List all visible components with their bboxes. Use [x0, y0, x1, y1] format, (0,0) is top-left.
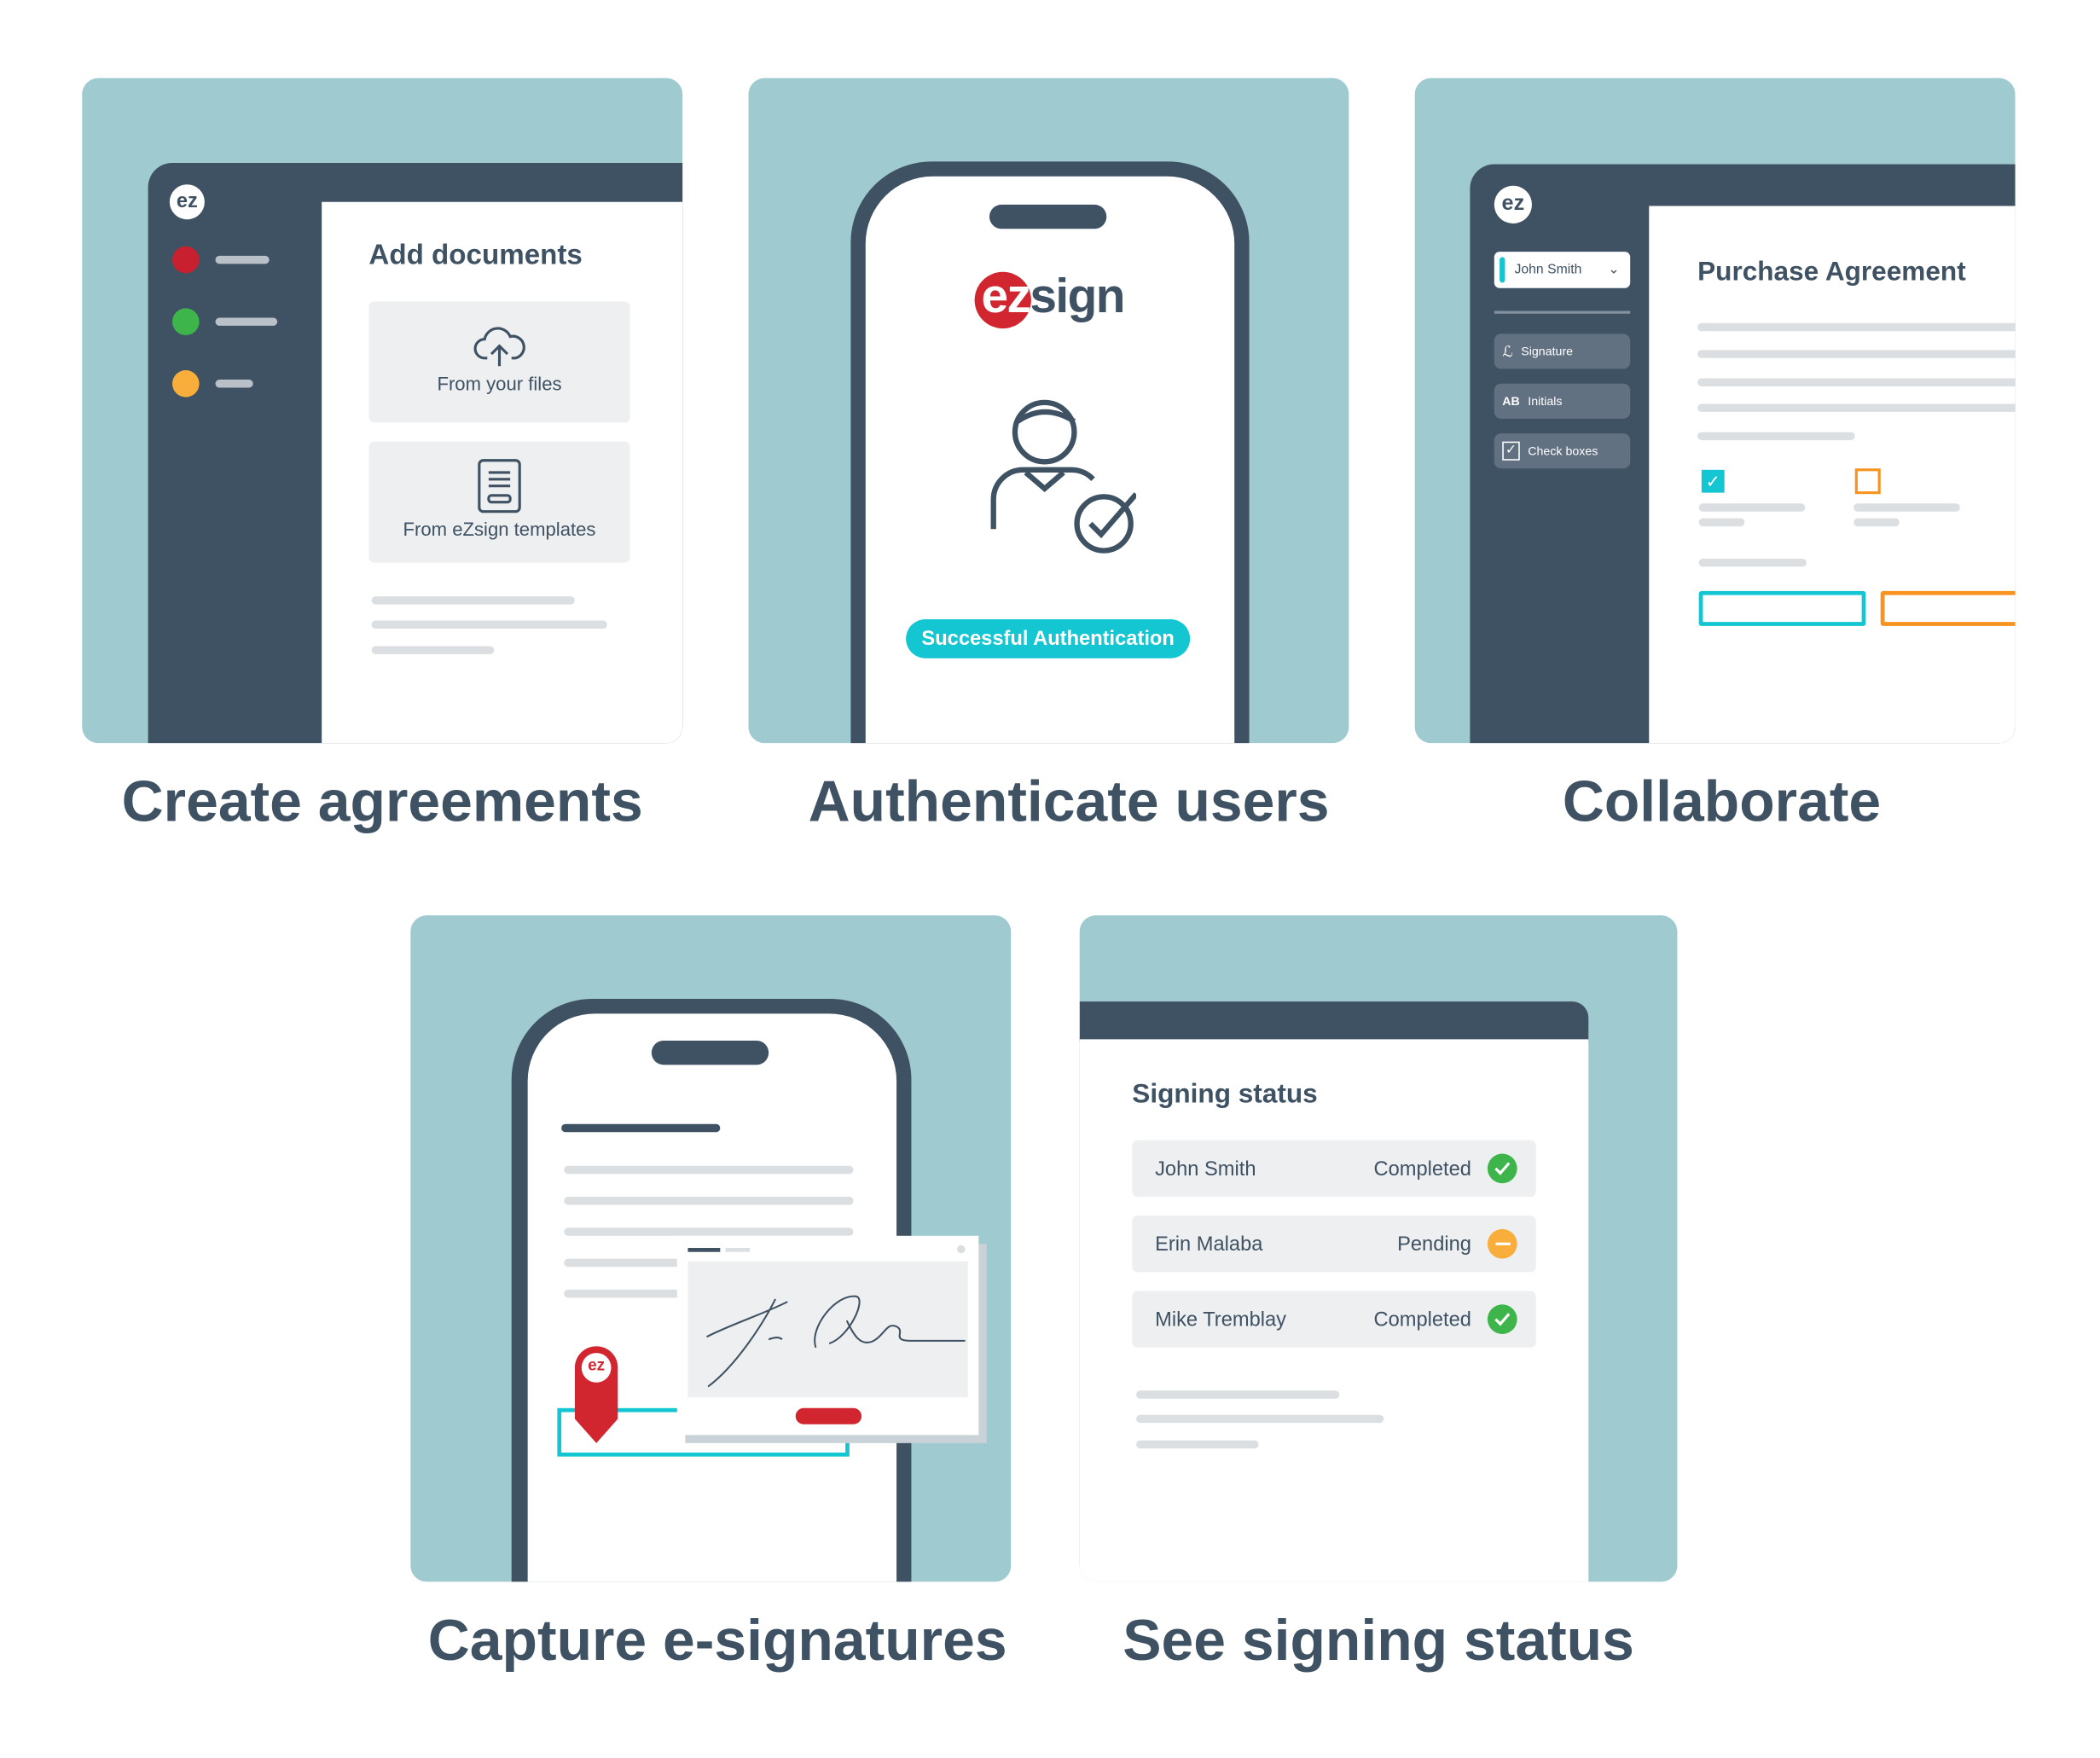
- text-line: [1697, 403, 2016, 412]
- status-window: Signing status John Smith Completed Erin …: [1079, 1039, 1589, 1582]
- check-boxes-tool[interactable]: ✓ Check boxes: [1494, 433, 1631, 469]
- green-dot-icon: [172, 308, 200, 335]
- feature-showcase: ez Add documents From your files From eZ…: [0, 0, 2100, 1758]
- pad-dot: [957, 1245, 966, 1254]
- content-area: Add documents From your files From eZsig…: [322, 201, 683, 744]
- authenticate-panel: ezsign Successful Authentication: [748, 78, 1349, 744]
- option-label: From eZsign templates: [403, 518, 596, 540]
- teal-field[interactable]: [1698, 590, 1866, 626]
- text-line: [1698, 518, 1745, 527]
- signature-pad[interactable]: [676, 1235, 979, 1436]
- cloud-upload-icon: [473, 327, 525, 367]
- collaborate-panel: ez John Smith ⌄ ℒ Signature AB Initials ✓ C…: [1414, 78, 2016, 744]
- signer-row[interactable]: John Smith Completed: [1132, 1140, 1536, 1198]
- phone-notch: [651, 1040, 769, 1065]
- successful-authentication-button[interactable]: Successful Authentication: [906, 618, 1191, 659]
- text-line: [564, 1227, 854, 1236]
- document-heading-line: [561, 1123, 721, 1133]
- text-line: [1136, 1440, 1259, 1449]
- completed-check-icon: [1487, 1153, 1517, 1184]
- chevron-down-icon: ⌄: [1608, 262, 1620, 278]
- text-line: [371, 620, 607, 630]
- pad-tab: [725, 1247, 751, 1252]
- initials-tool[interactable]: AB Initials: [1494, 383, 1631, 419]
- red-dot-icon: [172, 246, 200, 274]
- ez-logo: ez: [169, 184, 205, 220]
- caption-collaborate: Collaborate: [1562, 769, 1882, 835]
- signer-row[interactable]: Mike Tremblay Completed: [1132, 1291, 1536, 1348]
- document-area: Purchase Agreement ✓: [1649, 206, 2016, 744]
- caption-create: Create agreements: [121, 769, 643, 835]
- text-line: [1136, 1414, 1384, 1424]
- caption-status: See signing status: [1123, 1608, 1634, 1674]
- ez-logo: ez: [588, 1355, 606, 1375]
- signer-name: John Smith: [1155, 1157, 1256, 1181]
- ez-logo: ez: [1494, 185, 1532, 223]
- orange-field[interactable]: [1880, 590, 2016, 626]
- caption-capture: Capture e-signatures: [427, 1608, 1007, 1674]
- signer-status: Pending: [1397, 1232, 1471, 1256]
- text-line: [1136, 1390, 1340, 1399]
- status-title: Signing status: [1132, 1079, 1318, 1110]
- text-line: [1853, 518, 1900, 527]
- sign-button[interactable]: [795, 1407, 862, 1424]
- document-template-icon: [478, 459, 521, 513]
- signature-canvas[interactable]: [687, 1261, 968, 1398]
- text-line: [564, 1197, 854, 1205]
- from-files-option[interactable]: From your files: [368, 301, 630, 423]
- nav-item[interactable]: [215, 317, 278, 326]
- text-line: [1698, 503, 1806, 512]
- user-check-icon: [990, 399, 1137, 554]
- text-line: [1698, 558, 1807, 567]
- checked-checkbox[interactable]: ✓: [1701, 469, 1725, 493]
- signer-name: Erin Malaba: [1155, 1232, 1263, 1256]
- text-line: [1697, 378, 2016, 386]
- text-line: [1697, 432, 1855, 441]
- text-line: [371, 596, 575, 605]
- signer-dropdown[interactable]: John Smith ⌄: [1494, 252, 1631, 288]
- caption-authenticate: Authenticate users: [808, 769, 1330, 835]
- initials-icon: AB: [1502, 394, 1520, 409]
- signer-status: Completed: [1373, 1157, 1471, 1181]
- unchecked-checkbox[interactable]: [1854, 468, 1881, 495]
- orange-dot-icon: [172, 370, 200, 397]
- pending-dash-icon: [1487, 1228, 1517, 1259]
- completed-check-icon: [1487, 1304, 1517, 1334]
- handwritten-signature: [706, 1295, 966, 1388]
- ez-signature-pin: ez: [574, 1346, 618, 1443]
- from-templates-option[interactable]: From eZsign templates: [368, 441, 630, 563]
- signature-tool[interactable]: ℒ Signature: [1494, 334, 1631, 369]
- checkbox-icon: ✓: [1502, 441, 1520, 461]
- signer-name: Mike Tremblay: [1155, 1308, 1287, 1332]
- signature-icon: ℒ: [1502, 344, 1513, 361]
- option-label: From your files: [437, 373, 562, 395]
- signer-row[interactable]: Erin Malaba Pending: [1132, 1216, 1536, 1273]
- divider: [1494, 310, 1631, 314]
- phone-notch: [989, 204, 1107, 229]
- signer-color-indicator: [1500, 257, 1505, 283]
- nav-item[interactable]: [215, 255, 270, 264]
- create-agreements-panel: ez Add documents From your files From eZ…: [82, 78, 683, 744]
- pad-tab: [687, 1247, 721, 1252]
- text-line: [564, 1165, 854, 1175]
- window-titlebar: [1079, 1001, 1589, 1042]
- text-line: [1697, 350, 2016, 358]
- tool-label: Signature: [1521, 345, 1574, 358]
- nav-item[interactable]: [215, 380, 253, 388]
- signing-status-panel: Signing status John Smith Completed Erin …: [1079, 915, 1678, 1582]
- capture-signatures-panel: ez: [410, 915, 1012, 1582]
- signer-status: Completed: [1373, 1308, 1471, 1332]
- text-line: [1697, 322, 2016, 332]
- text-line: [1853, 503, 1960, 512]
- tool-label: Check boxes: [1528, 444, 1598, 458]
- document-title: Purchase Agreement: [1697, 257, 1966, 287]
- text-line: [371, 646, 495, 655]
- ezsign-logo: ezsign: [981, 268, 1126, 323]
- signer-name: John Smith: [1514, 262, 1582, 278]
- section-title: Add documents: [368, 239, 583, 271]
- tool-label: Initials: [1528, 394, 1563, 409]
